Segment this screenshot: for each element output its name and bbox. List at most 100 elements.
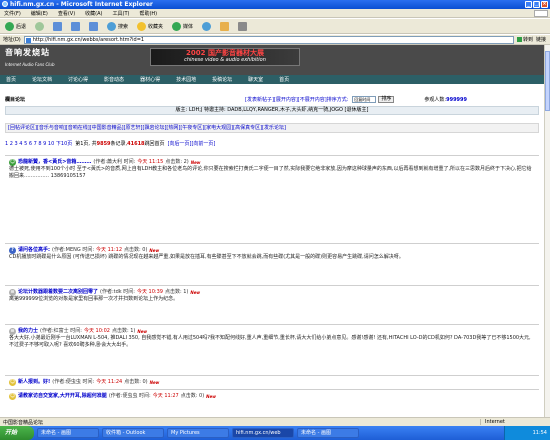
site-header: 音响发烧站 Internet Audio Fans Club 2002 国产影音… <box>0 45 544 75</box>
maximize-button[interactable]: □ <box>533 1 540 8</box>
post-author: (作者:红富士 时间: <box>40 328 82 334</box>
start-button[interactable]: 开始 <box>0 426 34 440</box>
back-to-top-link[interactable]: 跳回首页 <box>145 141 165 147</box>
address-url: http://hifi.nm.gx.cn/webbs/aresort.htm?i… <box>32 36 145 43</box>
related-forums[interactable]: [回帖评论区][音乐与音响][音响在线][中国影音精品][原艺轩][飘岩论坛][… <box>5 123 539 133</box>
taskbar-item-active[interactable]: hifi.nm.gx.cn/web <box>232 428 294 438</box>
post-author: (作者:便虫虫 时间: <box>108 393 151 399</box>
post-title[interactable]: 论坛计数器跟着数要二次离别回零了 <box>18 289 98 296</box>
post-time: 今天 10:39 <box>136 289 163 295</box>
post-time: 今天 11:27 <box>152 393 179 399</box>
links-button[interactable]: 链接 <box>536 36 550 43</box>
close-button[interactable]: × <box>541 1 548 8</box>
nav-item[interactable]: 技术园地 <box>176 76 196 83</box>
home-icon <box>89 21 99 31</box>
post-time: 今天 11:15 <box>137 159 164 165</box>
nav-item[interactable]: 首页 <box>6 76 16 83</box>
status-text: 中国影音精品论坛 <box>3 419 44 426</box>
post-title[interactable]: 请问各位高手: <box>18 247 50 254</box>
history-button[interactable] <box>200 21 213 32</box>
post-actions[interactable]: [发表新帖子][展开内容][不展开内容]排序方式: <box>245 96 348 103</box>
post-author: (作者:蕭大利 时间: <box>93 159 136 165</box>
nav-item[interactable]: 论坛文档 <box>32 76 52 83</box>
taskbar-item[interactable]: My Pictures <box>167 428 229 438</box>
site-logo[interactable]: 音响发烧站 Internet Audio Fans Club <box>5 47 105 73</box>
address-bar: 地址(D) http://hifi.nm.gx.cn/webbs/aresort… <box>0 35 550 45</box>
post-hits: 点击数: 1) <box>164 289 189 295</box>
post-hits: 点击数: 0) <box>124 379 148 385</box>
refresh-icon <box>71 21 81 31</box>
taskbar-item[interactable]: 未命名 - 画图 <box>297 428 359 438</box>
stop-button[interactable] <box>51 21 64 32</box>
refresh-button[interactable] <box>69 21 82 32</box>
question-icon: ? <box>9 247 16 254</box>
star-icon <box>137 21 147 31</box>
post-title[interactable]: 新人报到。好! <box>18 379 50 386</box>
minimize-button[interactable]: _ <box>525 1 532 8</box>
post-title[interactable]: 我的力士 <box>18 328 38 335</box>
sort-button[interactable]: 排序 <box>378 96 395 103</box>
favorites-button[interactable]: 收藏夹 <box>135 21 165 32</box>
nav-item[interactable]: 首页 <box>279 76 289 83</box>
new-badge: New <box>149 248 160 253</box>
post-hits: 点击数: 1) <box>111 328 136 334</box>
forum-name: 欄目论坛 <box>5 97 26 103</box>
go-button[interactable]: 转到 <box>516 36 533 44</box>
menu-favorites[interactable]: 收藏(A) <box>85 10 102 17</box>
home-button[interactable] <box>87 21 100 32</box>
sort-select[interactable]: 回复时间 <box>352 96 377 103</box>
vertical-scrollbar[interactable] <box>544 45 550 417</box>
page-nav-links[interactable]: [向后一页][向前一页] <box>168 140 216 147</box>
forward-button[interactable] <box>33 21 46 32</box>
sort-controls: 回复时间 排序 <box>352 96 395 103</box>
nav-item[interactable]: 聊天室 <box>248 76 263 83</box>
menu-help[interactable]: 帮助(H) <box>139 10 157 17</box>
mail-icon <box>220 21 230 31</box>
page-info-prefix: 第1页, 共 <box>75 141 97 147</box>
media-button[interactable]: 媒体 <box>170 21 195 32</box>
nav-item[interactable]: 影音动态 <box>104 76 124 83</box>
print-button[interactable] <box>236 21 249 32</box>
menu-view[interactable]: 查看(V) <box>58 10 75 17</box>
menu-file[interactable]: 文件(F) <box>4 10 21 17</box>
taskbar-item[interactable]: 收件箱 - Outlook <box>102 428 164 438</box>
window-title: hifi.nm.gx.cn - Microsoft Internet Explo… <box>10 1 153 8</box>
forward-arrow-icon <box>35 21 45 31</box>
search-button[interactable]: 搜索 <box>105 21 130 32</box>
visitor-label: 参观人数: <box>424 97 447 103</box>
nav-item[interactable]: 投稿论坛 <box>212 76 232 83</box>
search-label: 搜索 <box>118 23 129 30</box>
happy-icon: ☺ <box>9 159 16 166</box>
post-title[interactable]: 恐龍新贊，香<黃氏>音箱……… <box>18 159 91 166</box>
post-item: ≡ 我的力士 (作者:红富士 时间: 今天 10:02 点击数: 1) New … <box>5 324 539 370</box>
mail-button[interactable] <box>218 21 231 32</box>
page-links[interactable]: 1 2 3 4 5 6 7 8 9 10 下10页 <box>5 140 72 147</box>
nav-item[interactable]: 器材心得 <box>140 76 160 83</box>
post-body: 德士被死,使用不到100个小时 至于<黃氏>的音质,网上自有LDH教主和各位老鸟… <box>9 166 532 179</box>
security-zone: Internet <box>480 419 550 425</box>
back-button[interactable]: 后退 <box>3 21 28 32</box>
menu-tools[interactable]: 工具(T) <box>113 10 130 17</box>
logo-subtitle: Internet Audio Fans Club <box>5 62 55 67</box>
page-info: 第1页, 共9859条记录,41618跳回首页 <box>75 140 164 147</box>
taskbar-item[interactable]: 未命名 - 画图 <box>37 428 99 438</box>
exhibition-banner[interactable]: 2002 国产影音器材大展 chinese video & audio exhi… <box>150 48 300 66</box>
post-title[interactable]: 请教家访自交宽家,大开开耳,除超何准腿 <box>18 393 107 400</box>
post-body: 离第999999位浏览的对象是家里有回事那一次才并扫数到论坛上作为纪念。 <box>9 296 179 302</box>
menu-edit[interactable]: 编辑(E) <box>31 10 48 17</box>
toolbar: 后退 搜索 收藏夹 媒体 <box>0 19 550 34</box>
media-icon <box>172 21 182 31</box>
total-posts: 9859 <box>96 141 111 147</box>
taskbar: 开始 未命名 - 画图 收件箱 - Outlook My Pictures hi… <box>0 426 550 440</box>
post-body: 各大大好,小弟最近刚手一台LUXMAN L-504, 推DALI 350, 自我… <box>9 335 531 348</box>
address-input[interactable]: http://hifi.nm.gx.cn/webbs/aresort.htm?i… <box>23 35 514 44</box>
menu-bar: 文件(F) 编辑(E) 查看(V) 收藏(A) 工具(T) 帮助(H) <box>0 9 550 18</box>
nav-item[interactable]: 讨论心得 <box>68 76 88 83</box>
scroll-thumb[interactable] <box>545 51 550 111</box>
post-time: 今天 10:02 <box>83 328 110 334</box>
window-controls: _ □ × <box>525 1 548 8</box>
banner-title: 2002 国产影音器材大展 <box>186 49 264 57</box>
post-body: CD机播放时跳碟是什么原因 (可传送已损坏) 跳碟的情况现在越来越严重,如果是放… <box>9 254 404 260</box>
media-label: 媒体 <box>183 23 194 30</box>
post-hits: 点击数: 0) <box>124 247 148 253</box>
